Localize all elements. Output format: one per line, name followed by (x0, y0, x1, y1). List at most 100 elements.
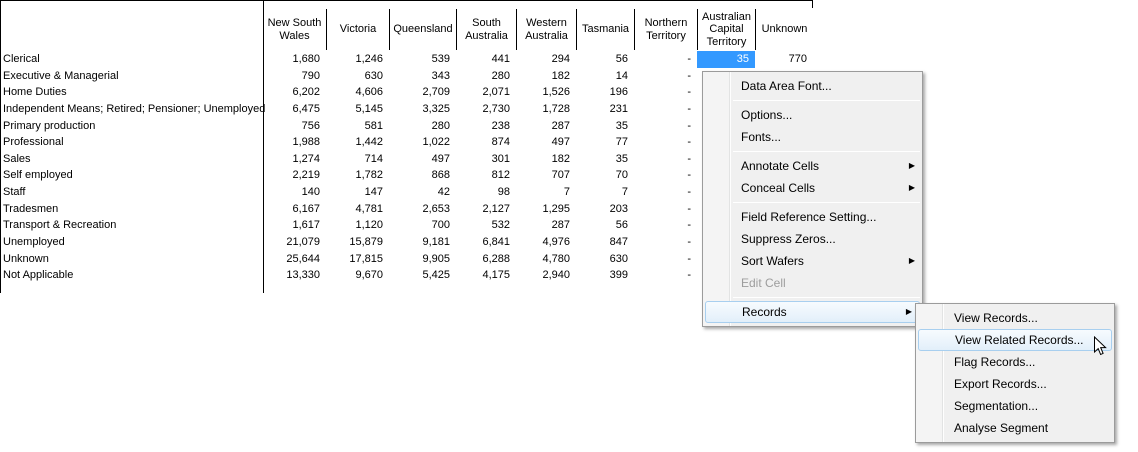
data-cell[interactable]: 9,670 (326, 267, 389, 284)
column-header[interactable]: Tasmania (576, 9, 634, 50)
row-label[interactable]: Primary production (0, 118, 263, 135)
data-cell[interactable]: 14 (576, 68, 634, 85)
data-cell[interactable]: 7 (516, 184, 576, 201)
data-cell[interactable]: 56 (576, 217, 634, 234)
row-label[interactable]: Not Applicable (0, 267, 263, 284)
data-cell[interactable]: 3,325 (389, 101, 456, 118)
column-header[interactable]: Western Australia (516, 9, 576, 50)
data-cell[interactable]: 231 (576, 101, 634, 118)
data-cell[interactable]: 182 (516, 151, 576, 168)
column-header[interactable]: Victoria (326, 9, 389, 50)
data-cell[interactable]: 756 (263, 118, 326, 135)
data-cell[interactable]: 790 (263, 68, 326, 85)
submenu-item-export-records[interactable]: Export Records... (916, 373, 1114, 395)
data-cell[interactable]: - (634, 68, 697, 85)
data-cell[interactable]: 6,167 (263, 201, 326, 218)
menu-item-data-area-font[interactable]: Data Area Font... (703, 75, 922, 97)
menu-item-conceal-cells[interactable]: Conceal Cells▶ (703, 177, 922, 199)
data-cell[interactable]: 294 (516, 51, 576, 68)
data-cell[interactable]: 630 (326, 68, 389, 85)
row-label[interactable]: Tradesmen (0, 201, 263, 218)
data-cell[interactable]: 147 (326, 184, 389, 201)
data-cell[interactable]: 280 (389, 118, 456, 135)
data-cell[interactable]: 874 (456, 134, 516, 151)
submenu-item-analyse-segment[interactable]: Analyse Segment (916, 417, 1114, 439)
data-cell[interactable]: - (634, 134, 697, 151)
row-label[interactable]: Unemployed (0, 234, 263, 251)
column-header[interactable]: New South Wales (263, 9, 326, 50)
data-cell[interactable]: - (634, 201, 697, 218)
data-cell[interactable]: 35 (576, 118, 634, 135)
data-cell[interactable]: 4,606 (326, 84, 389, 101)
data-cell[interactable]: 196 (576, 84, 634, 101)
data-cell[interactable]: 4,781 (326, 201, 389, 218)
data-cell[interactable]: 280 (456, 68, 516, 85)
data-cell[interactable]: 4,976 (516, 234, 576, 251)
row-label[interactable]: Transport & Recreation (0, 217, 263, 234)
data-cell[interactable]: 343 (389, 68, 456, 85)
row-label[interactable]: Independent Means; Retired; Pensioner; U… (0, 101, 263, 118)
data-cell[interactable]: 70 (576, 167, 634, 184)
data-cell[interactable]: 812 (456, 167, 516, 184)
row-label[interactable]: Unknown (0, 251, 263, 268)
data-cell[interactable]: 25,644 (263, 251, 326, 268)
column-header[interactable]: Queensland (389, 9, 456, 50)
data-cell[interactable]: 15,879 (326, 234, 389, 251)
data-cell[interactable]: 2,071 (456, 84, 516, 101)
data-cell[interactable]: 4,175 (456, 267, 516, 284)
data-cell[interactable]: - (634, 167, 697, 184)
data-cell[interactable]: 714 (326, 151, 389, 168)
data-cell[interactable]: 203 (576, 201, 634, 218)
data-cell[interactable]: 630 (576, 251, 634, 268)
data-cell[interactable]: 238 (456, 118, 516, 135)
data-cell[interactable]: 35 (576, 151, 634, 168)
data-cell[interactable]: 539 (389, 51, 456, 68)
data-cell[interactable]: - (634, 51, 697, 68)
menu-item-sort-wafers[interactable]: Sort Wafers▶ (703, 250, 922, 272)
data-cell[interactable]: 1,728 (516, 101, 576, 118)
data-cell[interactable]: 1,442 (326, 134, 389, 151)
column-header[interactable]: Australian Capital Territory (697, 9, 755, 50)
data-cell[interactable]: - (634, 184, 697, 201)
row-label[interactable]: Executive & Managerial (0, 68, 263, 85)
data-cell[interactable]: 1,274 (263, 151, 326, 168)
data-cell[interactable]: 1,295 (516, 201, 576, 218)
data-cell[interactable]: - (634, 267, 697, 284)
menu-item-field-reference-setting[interactable]: Field Reference Setting... (703, 206, 922, 228)
data-cell[interactable]: - (634, 101, 697, 118)
data-cell[interactable]: - (634, 118, 697, 135)
data-cell[interactable]: 847 (576, 234, 634, 251)
data-cell[interactable]: 9,181 (389, 234, 456, 251)
data-cell[interactable]: 6,288 (456, 251, 516, 268)
data-cell[interactable]: - (634, 217, 697, 234)
data-cell[interactable]: 2,219 (263, 167, 326, 184)
data-cell[interactable]: - (634, 234, 697, 251)
data-cell[interactable]: - (634, 151, 697, 168)
data-cell[interactable]: 2,127 (456, 201, 516, 218)
submenu-item-view-records[interactable]: View Records... (916, 307, 1114, 329)
data-cell[interactable]: 6,202 (263, 84, 326, 101)
row-label[interactable]: Staff (0, 184, 263, 201)
data-cell[interactable]: 1,680 (263, 51, 326, 68)
data-cell[interactable]: 9,905 (389, 251, 456, 268)
data-cell[interactable]: 1,988 (263, 134, 326, 151)
data-cell[interactable]: 77 (576, 134, 634, 151)
data-cell[interactable]: 5,425 (389, 267, 456, 284)
data-cell[interactable]: 1,782 (326, 167, 389, 184)
row-label[interactable]: Sales (0, 151, 263, 168)
data-cell[interactable]: 6,841 (456, 234, 516, 251)
data-cell[interactable]: 21,079 (263, 234, 326, 251)
data-cell[interactable]: 2,940 (516, 267, 576, 284)
submenu-item-flag-records[interactable]: Flag Records... (916, 351, 1114, 373)
menu-item-records[interactable]: Records▶ (705, 301, 920, 323)
data-cell[interactable]: - (634, 251, 697, 268)
column-header[interactable]: Unknown (755, 9, 813, 50)
menu-item-annotate-cells[interactable]: Annotate Cells▶ (703, 155, 922, 177)
data-cell[interactable]: 287 (516, 217, 576, 234)
row-label[interactable]: Clerical (0, 51, 263, 68)
menu-item-fonts[interactable]: Fonts... (703, 126, 922, 148)
data-cell[interactable]: 497 (516, 134, 576, 151)
data-cell[interactable]: 2,730 (456, 101, 516, 118)
column-header[interactable]: South Australia (456, 9, 516, 50)
data-cell[interactable]: 1,120 (326, 217, 389, 234)
